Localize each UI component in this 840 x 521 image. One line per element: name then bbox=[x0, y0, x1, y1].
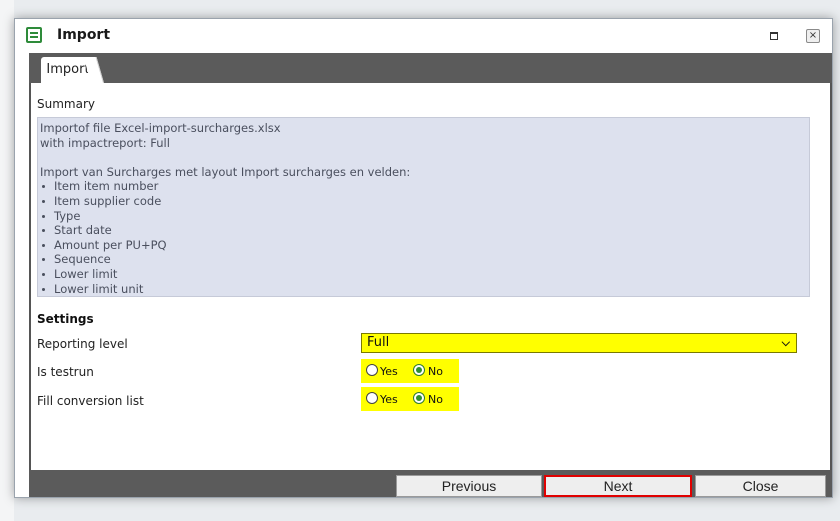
reporting-level-select[interactable]: Full ⌵ bbox=[361, 333, 797, 353]
reporting-level-label: Reporting level bbox=[37, 337, 128, 351]
import-dialog: Import × Import Summary Importof file Ex… bbox=[14, 18, 833, 498]
fill-conversion-group: Yes No bbox=[361, 387, 459, 411]
close-button[interactable]: Close bbox=[695, 475, 826, 497]
settings-heading: Settings bbox=[37, 312, 94, 326]
background-strip bbox=[0, 0, 14, 521]
summary-field: Lower limit unit bbox=[40, 282, 809, 297]
summary-field: Sequence bbox=[40, 252, 809, 267]
close-icon[interactable]: × bbox=[806, 29, 820, 43]
is-testrun-yes-label: Yes bbox=[380, 365, 398, 378]
is-testrun-no-label: No bbox=[428, 365, 443, 378]
title-bar: Import × bbox=[15, 19, 832, 53]
previous-button[interactable]: Previous bbox=[396, 475, 542, 497]
summary-box: Importof file Excel-import-surcharges.xl… bbox=[37, 117, 810, 297]
fill-conversion-no-radio[interactable] bbox=[413, 392, 425, 404]
fill-conversion-no-label: No bbox=[428, 393, 443, 406]
fill-conversion-yes-label: Yes bbox=[380, 393, 398, 406]
footer-bar: Previous Next Close bbox=[29, 470, 832, 497]
summary-label: Summary bbox=[37, 97, 95, 111]
summary-line: Importof file Excel-import-surcharges.xl… bbox=[40, 121, 281, 135]
reporting-level-value: Full bbox=[367, 335, 390, 350]
summary-field: Amount per PU+PQ bbox=[40, 238, 809, 253]
fill-conversion-yes-radio[interactable] bbox=[366, 392, 378, 404]
tab-strip: Import bbox=[29, 53, 832, 83]
summary-field: Item item number bbox=[40, 179, 809, 194]
fill-conversion-label: Fill conversion list bbox=[37, 394, 144, 408]
window-title: Import bbox=[57, 27, 111, 43]
summary-field: Start date bbox=[40, 223, 809, 238]
import-content: Summary Importof file Excel-import-surch… bbox=[29, 83, 832, 470]
is-testrun-no-radio[interactable] bbox=[413, 364, 425, 376]
maximize-icon[interactable] bbox=[767, 29, 781, 43]
summary-field: Item supplier code bbox=[40, 194, 809, 209]
is-testrun-label: Is testrun bbox=[37, 365, 94, 379]
summary-line: with impactreport: Full bbox=[40, 135, 170, 150]
summary-field: Type bbox=[40, 209, 809, 224]
is-testrun-yes-radio[interactable] bbox=[366, 364, 378, 376]
summary-line bbox=[40, 150, 809, 165]
next-button[interactable]: Next bbox=[544, 475, 692, 497]
is-testrun-group: Yes No bbox=[361, 359, 459, 383]
chevron-down-icon: ⌵ bbox=[781, 336, 790, 349]
tab-import[interactable]: Import bbox=[41, 57, 95, 83]
document-list-icon bbox=[26, 27, 42, 43]
summary-field: Lower limit bbox=[40, 267, 809, 282]
summary-line: Import van Surcharges met layout Import … bbox=[40, 164, 411, 179]
